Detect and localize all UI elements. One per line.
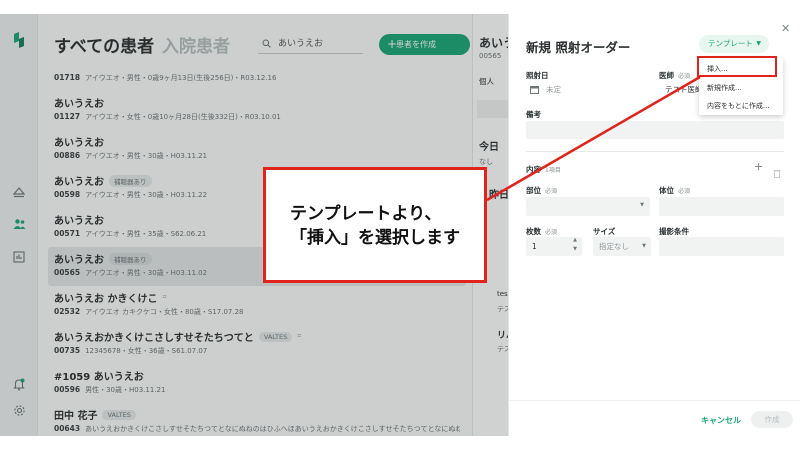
menu-item-new[interactable]: 新規作成... bbox=[707, 83, 742, 93]
template-label: テンプレート bbox=[708, 39, 753, 48]
new-irradiation-order-drawer: ✕ 新規 照射オーダー テンプレート ▼ 照射日 未定 医師 必須 テスト医師 備… bbox=[508, 14, 800, 436]
calendar-icon bbox=[530, 86, 539, 94]
divider bbox=[526, 151, 784, 152]
annotation-callout: テンプレートより、 「挿入」を選択します bbox=[263, 167, 487, 283]
drawer-footer: キャンセル 作成 bbox=[509, 400, 800, 436]
cancel-button[interactable]: キャンセル bbox=[701, 415, 741, 426]
size-label: サイズ bbox=[593, 227, 616, 236]
size-value: 指定なし bbox=[599, 242, 629, 251]
template-button[interactable]: テンプレート ▼ bbox=[699, 35, 769, 53]
date-field[interactable]: 未定 bbox=[526, 81, 650, 99]
menu-item-create-from-content[interactable]: 内容をもとに作成... bbox=[707, 101, 770, 111]
doctor-value: テスト医師 bbox=[665, 85, 699, 94]
trash-icon[interactable] bbox=[773, 163, 781, 182]
position-field[interactable] bbox=[659, 197, 784, 216]
count-stepper[interactable]: 1 ▲ ▼ bbox=[526, 237, 582, 256]
chevron-down-icon: ▼ bbox=[640, 202, 644, 208]
condition-field[interactable] bbox=[659, 237, 784, 256]
part-select[interactable]: ▼ bbox=[526, 197, 650, 216]
chevron-down-icon: ▼ bbox=[756, 40, 761, 47]
create-button[interactable]: 作成 bbox=[751, 411, 793, 428]
content-label: 内容 1項目 bbox=[526, 165, 561, 174]
annotation-line-1: テンプレートより、 bbox=[290, 204, 442, 224]
close-icon[interactable]: ✕ bbox=[781, 22, 790, 35]
stepper-arrows-icon[interactable]: ▲ ▼ bbox=[573, 236, 577, 254]
date-placeholder: 未定 bbox=[546, 85, 561, 94]
size-select[interactable]: 指定なし ▼ bbox=[593, 237, 651, 256]
doctor-label: 医師 必須 bbox=[659, 71, 691, 80]
position-label: 体位 必須 bbox=[659, 186, 691, 195]
condition-label: 撮影条件 bbox=[659, 227, 689, 236]
annotation-line-2: 「挿入」を選択します bbox=[290, 228, 460, 248]
add-icon[interactable]: + bbox=[754, 160, 763, 173]
count-value: 1 bbox=[532, 242, 537, 251]
doctor-field[interactable]: テスト医師 bbox=[659, 81, 699, 99]
part-label: 部位 必須 bbox=[526, 186, 558, 195]
count-label: 枚数 必須 bbox=[526, 227, 558, 236]
date-label: 照射日 bbox=[526, 71, 549, 80]
drawer-title: 新規 照射オーダー bbox=[526, 40, 631, 55]
annotation-highlight-box bbox=[697, 56, 777, 77]
note-label: 備考 bbox=[526, 110, 541, 119]
chevron-down-icon: ▼ bbox=[642, 243, 646, 249]
annotation-text: テンプレートより、 「挿入」を選択します bbox=[290, 202, 460, 250]
note-field[interactable] bbox=[526, 121, 784, 139]
